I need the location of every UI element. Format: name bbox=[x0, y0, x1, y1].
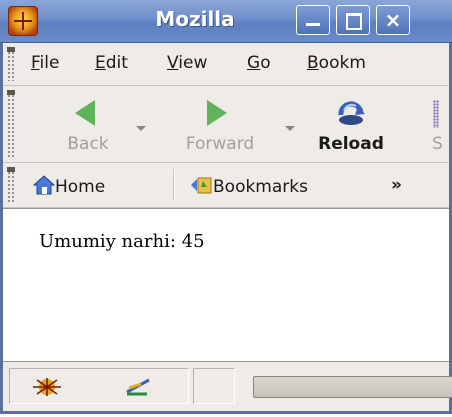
back-arrow-icon bbox=[75, 100, 95, 126]
personal-toolbar: Home Bookmarks » bbox=[3, 163, 449, 208]
menu-go-label: o bbox=[260, 53, 271, 73]
back-label: Back bbox=[67, 134, 109, 154]
menu-view-label: iew bbox=[178, 53, 208, 73]
back-button[interactable]: Back bbox=[53, 92, 123, 160]
forward-button[interactable]: Forward bbox=[165, 92, 275, 160]
menu-file[interactable]: File bbox=[31, 53, 59, 73]
menu-bar: File Edit View Go Bookm bbox=[3, 43, 449, 86]
navbar-grip-handle[interactable] bbox=[7, 90, 15, 158]
menu-go[interactable]: Go bbox=[247, 53, 271, 73]
browser-window: Mozilla × File Edit View Go Bookm Back F… bbox=[0, 0, 452, 414]
menu-edit-label: dit bbox=[105, 53, 128, 73]
menu-edit-accel: E bbox=[95, 53, 106, 73]
reload-icon bbox=[338, 101, 365, 125]
status-bar bbox=[3, 362, 452, 411]
bookmarks-icon bbox=[191, 177, 212, 194]
minimize-icon bbox=[306, 23, 320, 26]
bookmarks-button[interactable]: Bookmarks bbox=[189, 175, 308, 197]
page-text: Umumiy narhi: 45 bbox=[39, 231, 205, 252]
menu-view[interactable]: View bbox=[167, 53, 207, 73]
reload-button[interactable]: Reload bbox=[306, 92, 396, 160]
menu-bookmarks-label: ookm bbox=[318, 53, 366, 73]
forward-arrow-icon bbox=[207, 100, 227, 126]
bookmarks-label: Bookmarks bbox=[213, 177, 308, 197]
mozilla-app-icon[interactable] bbox=[8, 6, 38, 36]
home-button[interactable]: Home bbox=[32, 175, 106, 197]
navigation-toolbar: Back Forward Reload S bbox=[3, 86, 449, 163]
status-security-cell bbox=[193, 368, 235, 404]
title-bar[interactable]: Mozilla × bbox=[0, 0, 452, 43]
maximize-icon bbox=[346, 13, 362, 30]
stop-icon bbox=[433, 100, 439, 128]
window-title: Mozilla bbox=[155, 7, 235, 31]
menu-bookmarks-accel: B bbox=[307, 53, 319, 73]
reload-label: Reload bbox=[318, 134, 384, 154]
menu-file-label: ile bbox=[39, 53, 60, 73]
menu-go-accel: G bbox=[247, 53, 261, 73]
forward-history-dropdown-icon[interactable] bbox=[285, 126, 295, 131]
forward-label: Forward bbox=[185, 134, 255, 154]
status-progress-bar bbox=[253, 376, 452, 398]
minimize-button[interactable] bbox=[296, 5, 330, 35]
menubar-grip-handle[interactable] bbox=[7, 47, 15, 81]
back-history-dropdown-icon[interactable] bbox=[136, 126, 146, 131]
menu-edit[interactable]: Edit bbox=[95, 53, 128, 73]
menu-view-accel: V bbox=[167, 53, 179, 73]
navigator-component-icon[interactable] bbox=[31, 376, 63, 398]
close-button[interactable]: × bbox=[376, 5, 410, 35]
menu-file-accel: F bbox=[31, 53, 40, 73]
personalbar-overflow-chevron-icon[interactable]: » bbox=[391, 175, 402, 195]
mail-component-icon[interactable] bbox=[123, 376, 155, 398]
maximize-button[interactable] bbox=[336, 5, 370, 35]
toolbar-separator bbox=[173, 169, 175, 201]
home-label: Home bbox=[55, 177, 106, 197]
close-icon: × bbox=[384, 8, 402, 32]
page-content: Umumiy narhi: 45 bbox=[3, 208, 449, 362]
home-icon bbox=[32, 175, 56, 195]
stop-button[interactable]: S bbox=[423, 92, 449, 160]
stop-label: S bbox=[432, 134, 443, 154]
personalbar-grip-handle[interactable] bbox=[7, 167, 15, 203]
menu-bookmarks[interactable]: Bookm bbox=[307, 53, 366, 73]
